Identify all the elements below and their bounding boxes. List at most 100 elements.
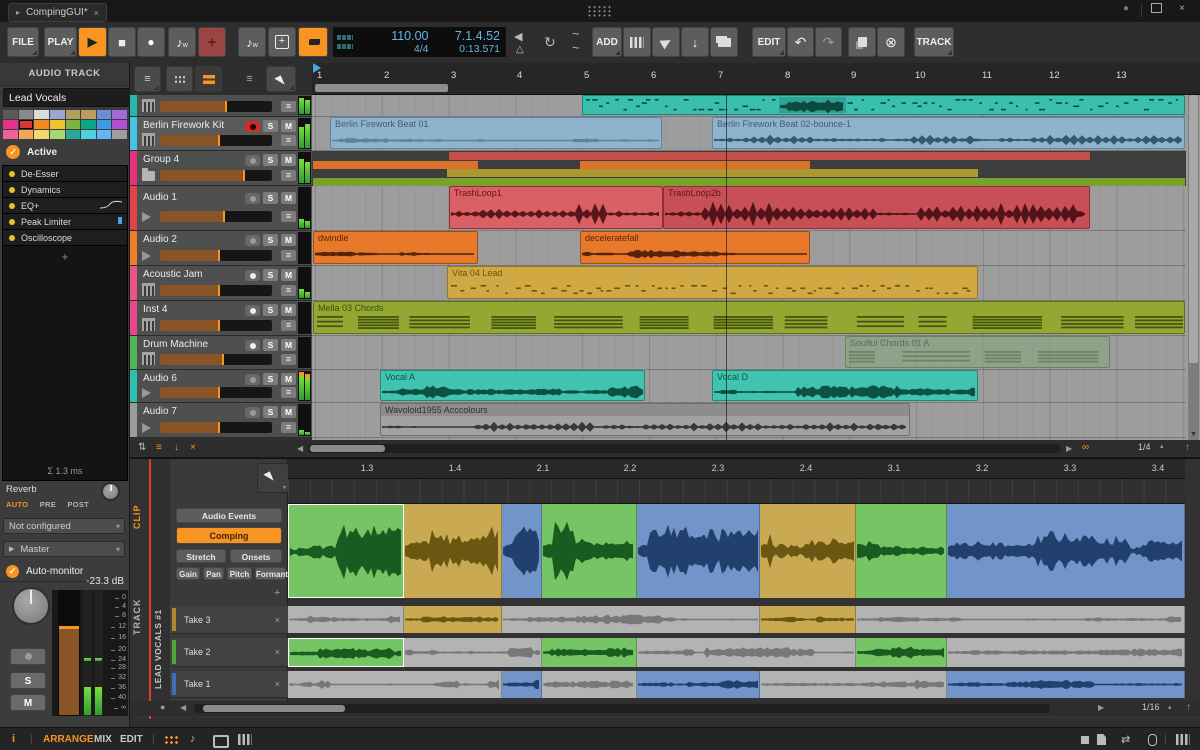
mappings-icon[interactable]: ⇄: [1121, 733, 1130, 746]
snap-menu-icon[interactable]: ▴: [1168, 703, 1172, 711]
device-item[interactable]: De-Esser: [3, 166, 127, 182]
clip-overdub-button[interactable]: ♪w: [238, 27, 266, 57]
audio-clip[interactable]: Berlin Firework Beat 01: [330, 117, 662, 149]
editor-horizontal-scrollbar[interactable]: [194, 704, 1050, 713]
cursor-tool-button[interactable]: [266, 66, 296, 92]
track-volume-fader[interactable]: [160, 170, 272, 181]
expand-panel-icon[interactable]: ↑: [1185, 442, 1190, 453]
take-audio[interactable]: [947, 638, 1185, 667]
device-item[interactable]: Oscilloscope: [3, 230, 127, 246]
arranger-vertical-scrollbar[interactable]: ▼: [1188, 95, 1199, 440]
mute-button[interactable]: M: [281, 406, 296, 418]
stretch-button[interactable]: Stretch: [176, 549, 226, 563]
send-mode-post[interactable]: POST: [67, 500, 89, 509]
record-button[interactable]: ●: [137, 27, 165, 57]
track-volume-fader[interactable]: [160, 250, 272, 261]
delete-button[interactable]: ⊗: [877, 27, 905, 57]
color-swatch[interactable]: [34, 120, 49, 129]
send-name[interactable]: Reverb: [6, 484, 37, 495]
arranger-ruler[interactable]: 1 2 3 4 5 6 7 8 9 10 11 12 13: [312, 63, 1200, 95]
project-tab[interactable]: ▸ CompingGUI* ×: [8, 3, 107, 22]
fader-menu-button[interactable]: ≡: [281, 250, 296, 261]
position-cell[interactable]: 7.1.4.52 0:13.571: [435, 27, 507, 57]
record-arm-button[interactable]: [245, 121, 260, 132]
take-audio[interactable]: [760, 671, 947, 698]
window-close-icon[interactable]: ×: [1174, 3, 1190, 14]
audio-clip[interactable]: dwindle: [313, 231, 478, 264]
color-swatch[interactable]: [34, 130, 49, 139]
color-swatch[interactable]: [66, 110, 81, 119]
take-lane-1[interactable]: [288, 671, 1185, 698]
color-swatch[interactable]: [3, 110, 18, 119]
add-button[interactable]: ADD: [592, 27, 622, 57]
solo-button[interactable]: S: [263, 120, 278, 132]
editor-cursor-tool-button[interactable]: ▾: [257, 463, 289, 493]
add-lane-button[interactable]: +: [274, 587, 280, 599]
solo-button[interactable]: S: [263, 269, 278, 281]
device-item[interactable]: Dynamics: [3, 182, 127, 198]
view-tab-arrange[interactable]: ARRANGE: [43, 734, 94, 745]
solo-button[interactable]: S: [263, 373, 278, 385]
import-down-icon[interactable]: ↓: [174, 442, 179, 453]
send-knob[interactable]: [101, 482, 120, 501]
metronome-icon[interactable]: △: [516, 44, 524, 55]
take-row[interactable]: Take 1 ×: [170, 671, 288, 698]
onsets-button[interactable]: Onsets: [230, 549, 282, 563]
take-audio[interactable]: [288, 606, 404, 633]
color-swatch[interactable]: [112, 110, 127, 119]
active-toggle[interactable]: ✓ Active: [6, 144, 57, 160]
time-signature[interactable]: 4/4: [414, 43, 429, 55]
take-audio-selected[interactable]: [856, 638, 947, 667]
scroll-right-icon[interactable]: ▶: [1098, 703, 1104, 712]
color-swatch[interactable]: [81, 130, 96, 139]
fader-menu-button[interactable]: ≡: [281, 387, 296, 398]
volume-fader[interactable]: [58, 590, 80, 716]
onscreen-keyboard-icon[interactable]: [238, 734, 252, 745]
track-row[interactable]: Inst 4 S M ≡: [130, 301, 312, 336]
note-io-icon[interactable]: ♪: [190, 733, 196, 745]
scroll-left-icon[interactable]: ◀: [297, 444, 303, 453]
delete-take-icon[interactable]: ×: [275, 679, 280, 689]
solo-button[interactable]: S: [263, 154, 278, 166]
device-enabled-icon[interactable]: [9, 219, 15, 225]
color-swatch[interactable]: [50, 120, 65, 129]
record-arm-button[interactable]: [245, 374, 260, 385]
device-enabled-icon[interactable]: [9, 203, 15, 209]
expand-panel-icon[interactable]: ↑: [1186, 702, 1191, 713]
mute-button[interactable]: M: [281, 234, 296, 246]
redo-button[interactable]: ↷: [815, 27, 842, 57]
take-row[interactable]: Take 2 ×: [170, 638, 288, 667]
arranger-lanes[interactable]: Berlin Firework Beat 01 Berlin Firework …: [312, 95, 1186, 440]
arrange-view-button[interactable]: [195, 66, 222, 92]
take-lane-2[interactable]: [288, 638, 1185, 667]
color-swatch[interactable]: [97, 120, 112, 129]
take-lane-3[interactable]: [288, 606, 1185, 633]
record-arm-button[interactable]: [245, 340, 260, 351]
fader-menu-button[interactable]: ≡: [281, 320, 296, 331]
group-folder-icon[interactable]: [142, 171, 155, 181]
window-restore-icon[interactable]: [1148, 3, 1164, 16]
track-row[interactable]: Audio 7 S M ≡: [130, 403, 312, 438]
take-audio[interactable]: [288, 671, 502, 698]
midi-clip[interactable]: Mella 03 Chords: [313, 301, 1185, 334]
solo-button[interactable]: S: [263, 234, 278, 246]
undo-button[interactable]: ↶: [787, 27, 814, 57]
track-volume-fader[interactable]: [160, 101, 272, 112]
color-swatch[interactable]: [81, 120, 96, 129]
audio-clip[interactable]: deceleratefall: [580, 231, 810, 264]
solo-button[interactable]: S: [10, 672, 46, 689]
solo-button[interactable]: S: [263, 339, 278, 351]
take-audio[interactable]: [856, 606, 1185, 633]
mute-button[interactable]: M: [281, 269, 296, 281]
display-profile-icon[interactable]: [213, 735, 229, 748]
track-volume-fader[interactable]: [160, 320, 272, 331]
song-time[interactable]: 0:13.571: [459, 43, 500, 55]
color-swatch[interactable]: [112, 120, 127, 129]
mute-button[interactable]: M: [281, 192, 296, 204]
color-swatch[interactable]: [3, 130, 18, 139]
color-swatch[interactable]: [97, 110, 112, 119]
audio-clip[interactable]: TrashLoop2b: [663, 186, 1090, 229]
take-audio[interactable]: [542, 671, 637, 698]
fader-menu-button[interactable]: ≡: [281, 354, 296, 365]
grid-view-button[interactable]: [166, 66, 193, 92]
